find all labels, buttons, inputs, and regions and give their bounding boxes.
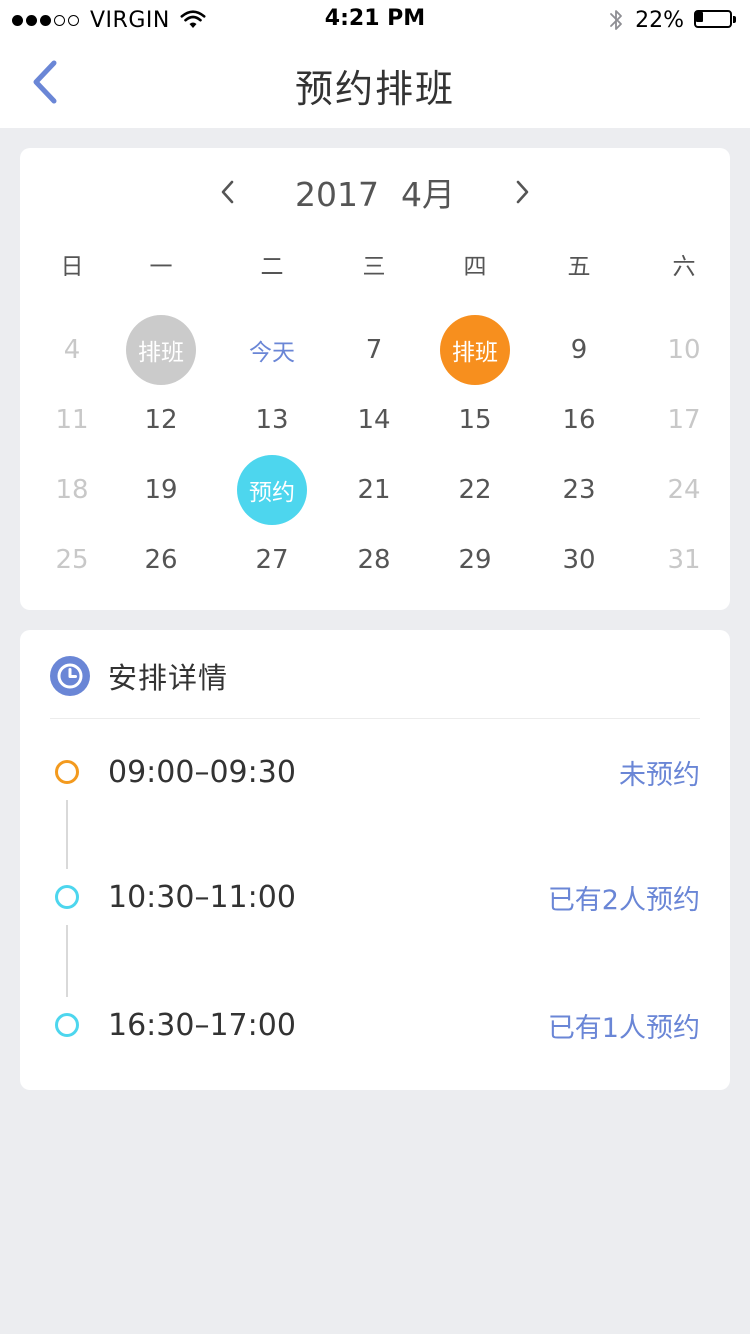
calendar-day[interactable]: 9 xyxy=(571,315,588,385)
battery-icon xyxy=(694,10,738,30)
status-right: 22% xyxy=(609,6,738,34)
details-header: 安排详情 xyxy=(50,656,228,696)
calendar-day[interactable]: 7 xyxy=(366,315,383,385)
calendar-day[interactable]: 21 xyxy=(357,455,390,525)
calendar-day[interactable]: 26 xyxy=(144,525,177,595)
slot-time: 09:00–09:30 xyxy=(108,754,296,790)
timeline-connector xyxy=(66,800,68,869)
calendar-day-outside: 4 xyxy=(63,335,81,365)
week-row: 4 排班 今天 7 排班 9 10 xyxy=(20,315,730,385)
day-badge: 排班 xyxy=(440,315,510,385)
week-row: 25 26 27 28 29 30 31 xyxy=(20,525,730,595)
bluetooth-icon xyxy=(610,10,622,30)
nav-bar: 预约排班 xyxy=(0,40,750,128)
calendar-day-outside: 25 xyxy=(55,545,89,575)
calendar-day-outside: 17 xyxy=(667,405,701,435)
slot-status[interactable]: 已有1人预约 xyxy=(548,1006,700,1045)
next-month-button[interactable] xyxy=(503,172,543,212)
time-slot[interactable]: 16:30–17:00 已有1人预约 xyxy=(50,1005,700,1045)
timeline-connector xyxy=(66,925,68,997)
day-badge: 预约 xyxy=(237,455,307,525)
calendar-day[interactable]: 19 xyxy=(144,455,177,525)
calendar-day[interactable]: 13 xyxy=(255,385,288,455)
calendar-day[interactable]: 30 xyxy=(562,525,595,595)
calendar-day[interactable]: 16 xyxy=(562,385,595,455)
calendar-day-outside: 11 xyxy=(55,405,89,435)
slot-status[interactable]: 已有2人预约 xyxy=(548,878,700,917)
calendar-day[interactable]: 15 xyxy=(458,385,491,455)
chevron-right-icon xyxy=(516,180,529,204)
week-row: 11 12 13 14 15 16 17 xyxy=(20,385,730,455)
timeline-dot-icon xyxy=(55,760,79,784)
month-header: 2017 4月 xyxy=(20,172,730,214)
day-badge: 排班 xyxy=(126,315,196,385)
slot-time: 16:30–17:00 xyxy=(108,1007,296,1043)
month-name: 4月 xyxy=(400,175,455,214)
weekday-label: 五 xyxy=(567,254,591,280)
details-card: 安排详情 09:00–09:30 未预约 10:30–11:00 已有2人预约 16:3… xyxy=(20,630,730,1090)
calendar-day-outside: 31 xyxy=(667,545,701,575)
time-slot[interactable]: 10:30–11:00 已有2人预约 xyxy=(50,877,700,917)
calendar-day-marked[interactable]: 排班 xyxy=(126,315,196,385)
calendar-day[interactable]: 23 xyxy=(562,455,595,525)
time-slot[interactable]: 09:00–09:30 未预约 xyxy=(50,752,700,792)
calendar-day[interactable]: 28 xyxy=(357,525,390,595)
slot-status[interactable]: 未预约 xyxy=(619,753,700,792)
calendar-day-outside: 24 xyxy=(667,475,701,505)
calendar-day-today[interactable]: 今天 xyxy=(249,315,295,385)
details-title: 安排详情 xyxy=(108,661,229,695)
calendar-day-marked[interactable]: 排班 xyxy=(440,315,510,385)
calendar-day-outside: 10 xyxy=(667,335,701,365)
chevron-left-icon xyxy=(221,180,234,204)
weekday-header: 日一二三四五六 xyxy=(20,244,730,284)
divider xyxy=(50,718,700,719)
timeline-dot-icon xyxy=(55,1013,79,1037)
month-label: 2017 4月 xyxy=(295,168,455,216)
weekday-label: 一 xyxy=(149,254,173,280)
weekday-label: 日 xyxy=(60,254,84,280)
timeline-dot-icon xyxy=(55,885,79,909)
weekday-label: 二 xyxy=(260,254,284,280)
page-title: 预约排班 xyxy=(294,67,455,111)
battery-percent: 22% xyxy=(635,7,684,33)
weekday-label: 四 xyxy=(463,254,487,280)
week-row: 18 19 预约 21 22 23 24 xyxy=(20,455,730,525)
calendar-day[interactable]: 12 xyxy=(144,385,177,455)
weekday-label: 六 xyxy=(672,254,696,280)
weekday-label: 三 xyxy=(362,254,386,280)
calendar-day[interactable]: 22 xyxy=(458,455,491,525)
calendar-day-outside: 18 xyxy=(55,475,89,505)
calendar-card: 2017 4月 日一二三四五六 4 排班 今天 7 排班 9 10 11 12 13 14 15 16 17… xyxy=(20,148,730,610)
calendar-day-marked[interactable]: 预约 xyxy=(237,455,307,525)
clock-icon xyxy=(50,656,90,696)
calendar-day[interactable]: 27 xyxy=(255,525,288,595)
prev-month-button[interactable] xyxy=(207,172,247,212)
calendar-day[interactable]: 14 xyxy=(357,385,390,455)
status-bar: VIRGIN 4:21 PM 22% xyxy=(0,0,750,40)
year-label: 2017 xyxy=(295,175,379,214)
calendar-day[interactable]: 29 xyxy=(458,525,491,595)
slot-time: 10:30–11:00 xyxy=(108,879,296,915)
